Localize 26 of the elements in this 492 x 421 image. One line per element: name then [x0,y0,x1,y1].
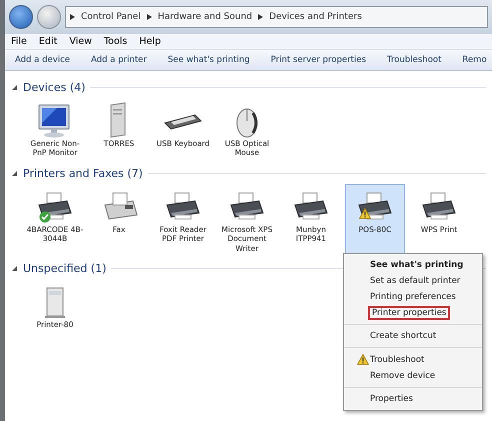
breadcrumb[interactable]: Hardware and Sound [158,12,252,22]
menu-item[interactable]: Properties [370,394,413,404]
command-button[interactable]: Print server properties [270,55,366,65]
menu-item[interactable]: View [69,36,92,47]
command-button[interactable]: Troubleshoot [387,55,442,65]
command-button[interactable]: See what's printing [168,55,250,65]
menu-item[interactable]: See what's printing [370,260,464,270]
command-button[interactable]: Add a device [15,55,70,65]
menu-item[interactable]: Printing preferences [370,292,456,302]
group-title: Devices (4) [23,81,86,94]
command-button[interactable]: Add a printer [91,55,147,65]
group-title: Printers and Faxes (7) [23,166,143,180]
breadcrumb[interactable]: Devices and Printers [269,12,362,22]
menu-item[interactable]: Create shortcut [370,331,436,341]
menu-item[interactable]: Set as default printer [370,276,460,286]
menu-item[interactable]: Edit [38,36,58,47]
menu-item[interactable]: Troubleshoot [370,354,424,364]
menu-item[interactable]: Tools [104,36,128,47]
menu-item[interactable]: File [11,36,27,47]
command-button[interactable]: Remo [462,55,487,65]
address-field[interactable]: Control Panel Hardware and Sound Devices and Printers [65,6,488,28]
breadcrumb[interactable]: Control Panel [81,12,141,22]
menu-item[interactable]: Remove device [370,371,436,381]
group-title: Unspecified (1) [23,262,106,275]
menu-item[interactable]: Help [139,36,161,47]
menu-item[interactable]: Printer properties [370,308,448,318]
